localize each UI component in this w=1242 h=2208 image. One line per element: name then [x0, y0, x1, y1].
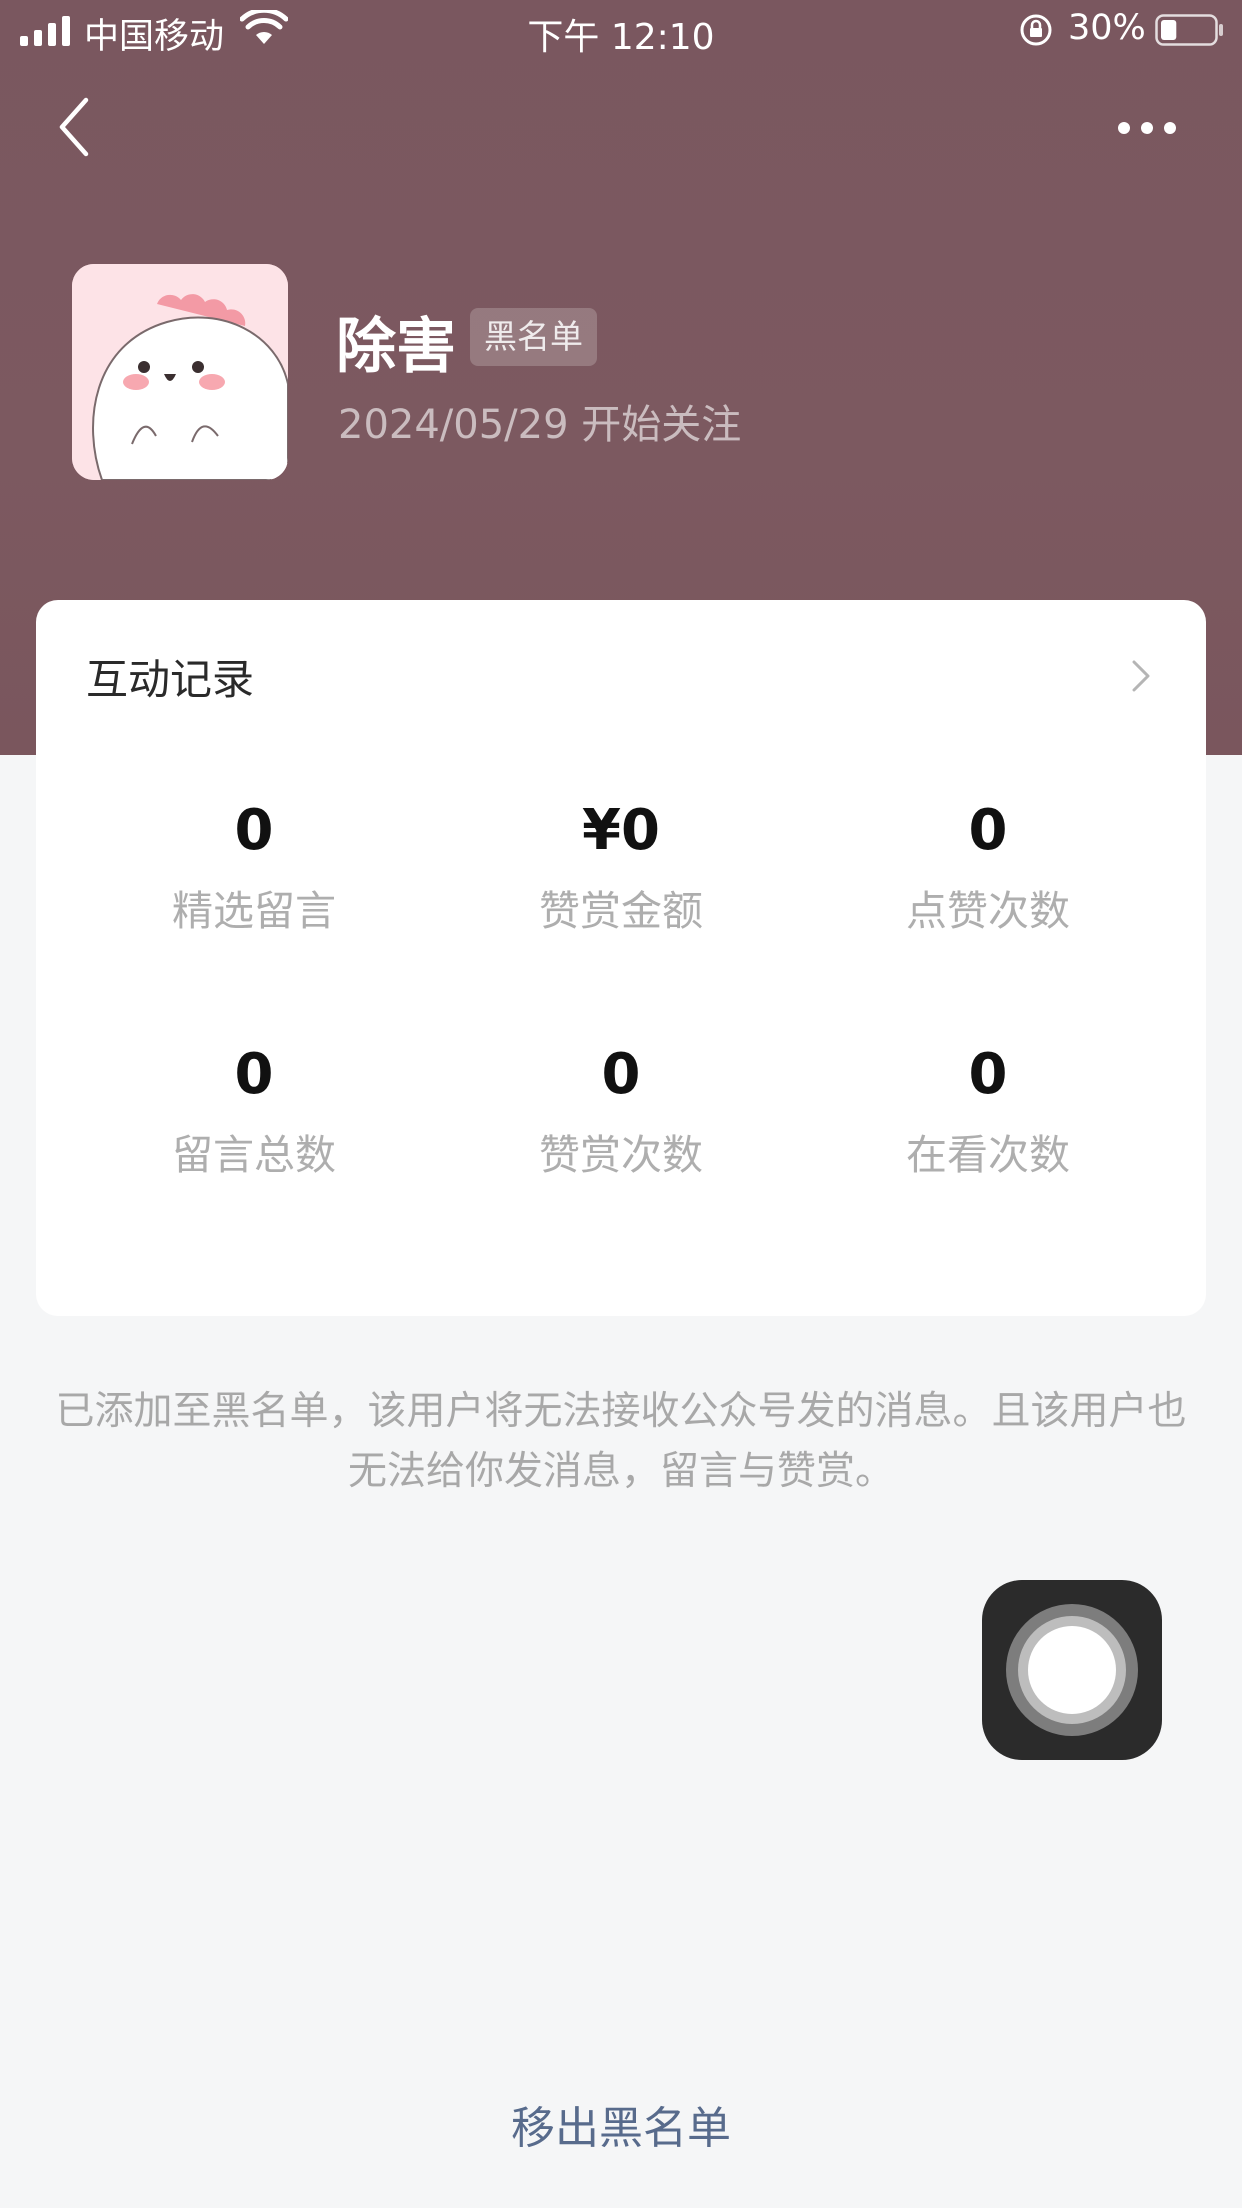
avatar-image — [72, 264, 288, 480]
stat-featured-comments: 0 精选留言 — [104, 798, 404, 937]
avatar[interactable] — [72, 264, 288, 480]
stat-label: 点赞次数 — [906, 887, 1070, 935]
stat-total-comments: 0 留言总数 — [104, 1042, 404, 1181]
blacklist-badge: 黑名单 — [470, 308, 597, 366]
stat-value: ¥0 — [582, 798, 660, 863]
stat-label: 赞赏金额 — [539, 887, 703, 935]
status-bar: 中国移动 下午 12:10 30% — [0, 0, 1242, 64]
assistive-touch-button[interactable] — [982, 1580, 1162, 1760]
remove-from-blacklist-button[interactable]: 移出黑名单 — [0, 2092, 1242, 2156]
stat-label: 赞赏次数 — [539, 1131, 703, 1179]
battery-icon — [1155, 14, 1223, 46]
stat-label: 在看次数 — [906, 1131, 1070, 1179]
stat-value: 0 — [234, 1042, 274, 1107]
user-nickname: 除害 — [336, 312, 456, 382]
battery-percent: 30% — [1068, 8, 1146, 48]
stat-label: 精选留言 — [172, 887, 336, 935]
stat-value: 0 — [968, 1042, 1008, 1107]
interaction-title: 互动记录 — [86, 655, 255, 704]
orientation-lock-icon — [1020, 14, 1052, 46]
stat-value: 0 — [234, 798, 274, 863]
assistive-touch-center — [1028, 1626, 1116, 1714]
interaction-card[interactable]: 互动记录 0 精选留言 ¥0 赞赏金额 0 点赞次数 0 留言总数 0 赞赏次数… — [36, 600, 1206, 1316]
blacklist-notice: 已添加至黑名单，该用户将无法接收公众号发的消息。且该用户也无法给你发消息，留言与… — [55, 1389, 1187, 1494]
stat-label: 留言总数 — [172, 1131, 336, 1179]
stat-value: 0 — [968, 798, 1008, 863]
stat-reward-count: 0 赞赏次数 — [471, 1042, 771, 1181]
more-options-button[interactable] — [1112, 108, 1182, 148]
chevron-right-icon[interactable] — [1126, 656, 1156, 696]
stat-like-count: 0 点赞次数 — [838, 798, 1138, 937]
stat-value: 0 — [601, 1042, 641, 1107]
follow-date: 2024/05/29 开始关注 — [338, 402, 742, 448]
stat-reward-amount: ¥0 赞赏金额 — [471, 798, 771, 937]
stat-watching-count: 0 在看次数 — [838, 1042, 1138, 1181]
back-button[interactable] — [50, 92, 110, 162]
status-time: 下午 12:10 — [527, 17, 715, 58]
